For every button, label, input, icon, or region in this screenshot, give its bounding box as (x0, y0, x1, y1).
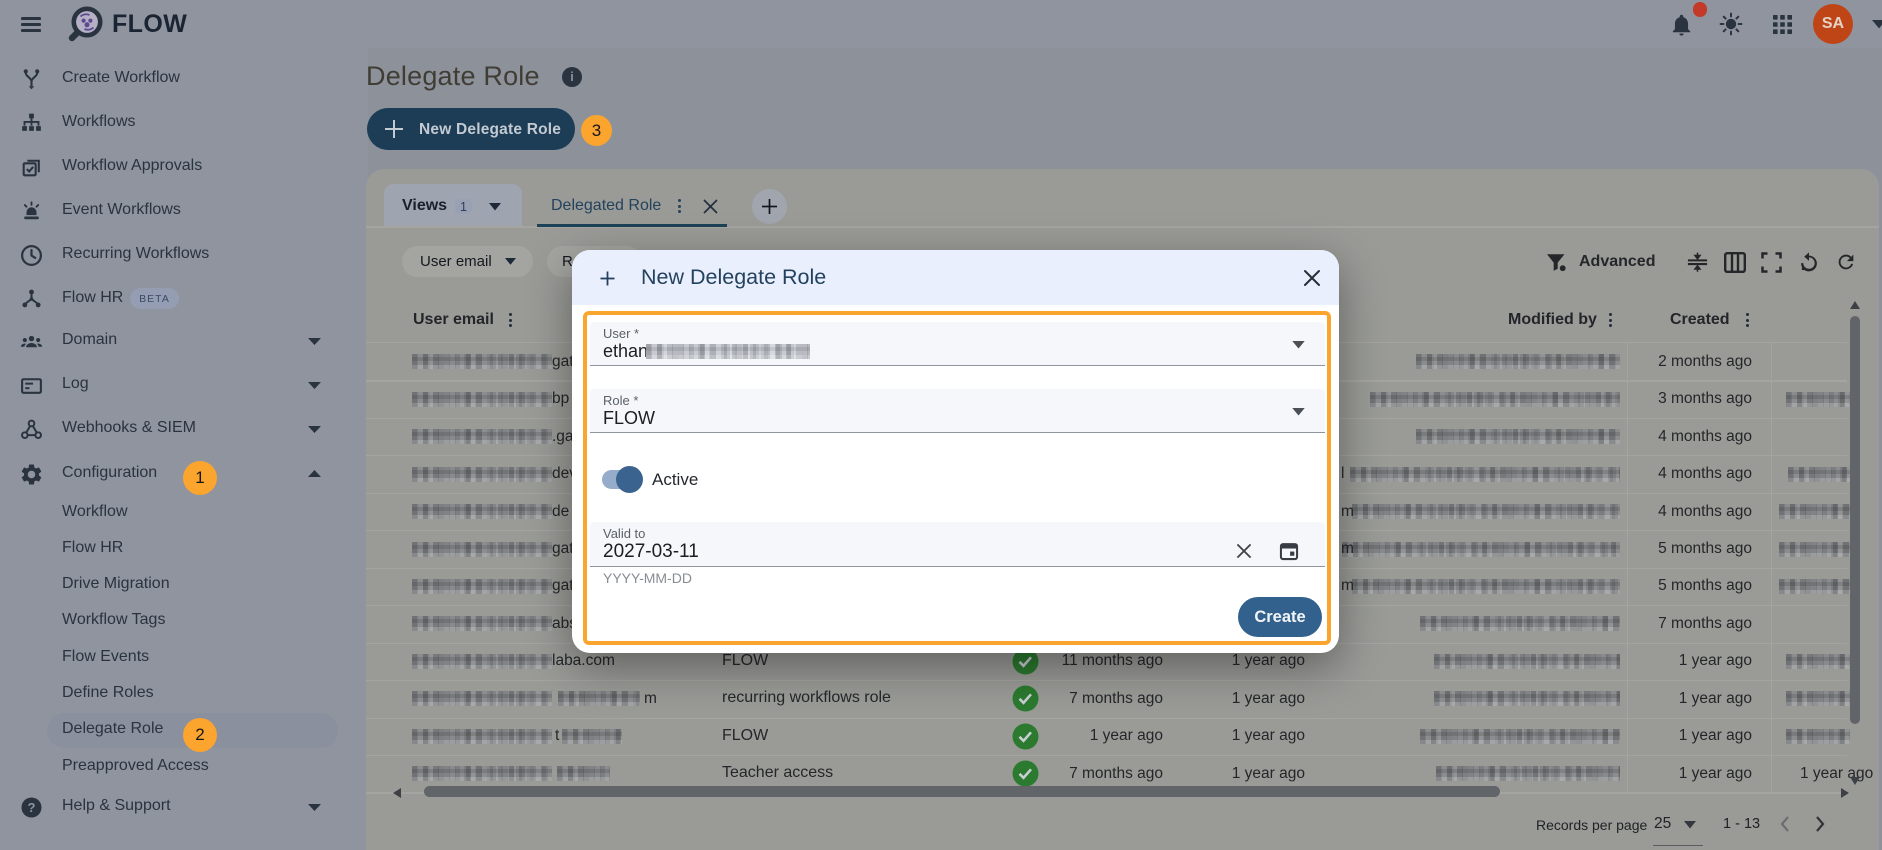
svg-text:?: ? (28, 800, 36, 815)
